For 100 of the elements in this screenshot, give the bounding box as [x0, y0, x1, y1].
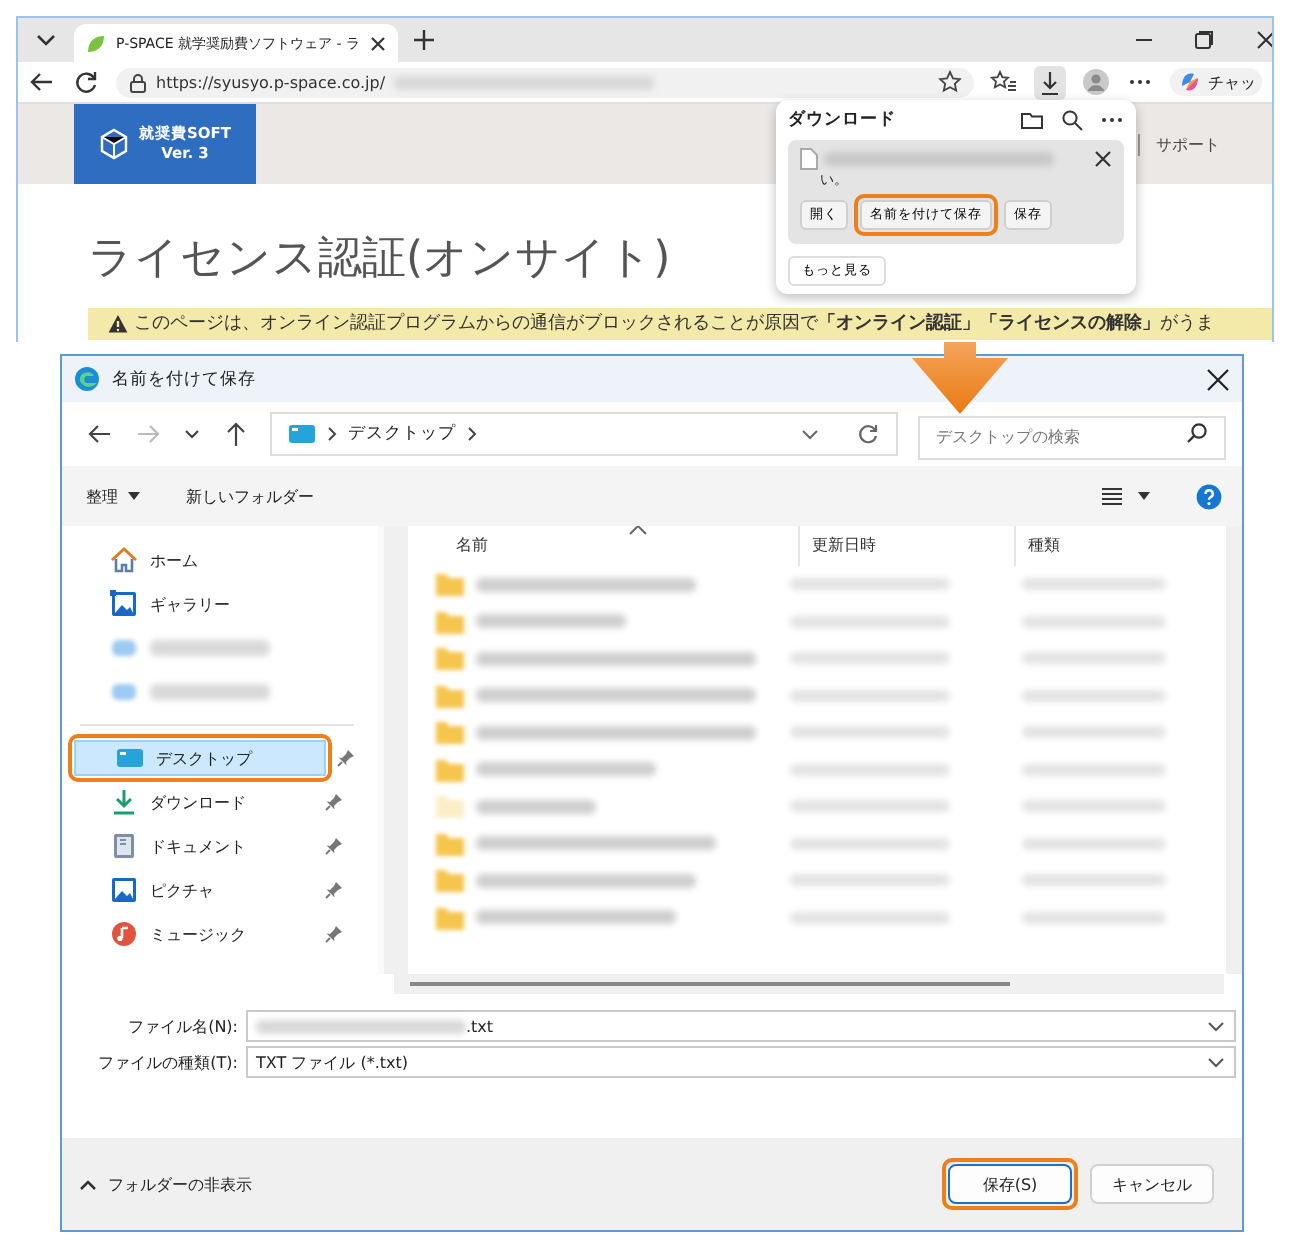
- save-button[interactable]: 保存(S): [948, 1164, 1072, 1204]
- page-title: ライセンス認証(オンサイト): [88, 232, 671, 288]
- folder-icon: [436, 609, 464, 634]
- blurred-text: [1022, 726, 1166, 739]
- caret-icon[interactable]: [1136, 490, 1152, 502]
- browser-logo-icon: [74, 366, 100, 392]
- blurred-text: [1022, 652, 1166, 665]
- blurred-text: [1022, 578, 1166, 591]
- caret-icon: [126, 490, 142, 502]
- new-folder-button[interactable]: 新しいフォルダー: [186, 485, 314, 507]
- refresh-icon[interactable]: [856, 422, 880, 446]
- cube-icon: [98, 128, 131, 160]
- column-header[interactable]: 名前: [428, 526, 798, 566]
- copilot-button[interactable]: チャッ: [1170, 68, 1262, 96]
- blurred-text: [150, 640, 270, 656]
- sidebar-item[interactable]: ホーム: [68, 542, 320, 578]
- sidebar-item[interactable]: ミュージック: [68, 916, 320, 952]
- restore-icon[interactable]: [1192, 28, 1216, 52]
- document-icon: [110, 832, 138, 860]
- organize-menu[interactable]: 整理: [86, 485, 142, 507]
- warning-text: このページは、オンライン認証プログラムからの通信がブロックされることが原因で「オンライン認証」「ライセンスの解除」がうま: [134, 312, 1214, 336]
- downloads-button[interactable]: [1034, 65, 1066, 99]
- folder-icon: [436, 868, 464, 893]
- address-field[interactable]: https://syusyo.p-space.co.jp/: [116, 67, 974, 97]
- url-text: https://syusyo.p-space.co.jp/: [156, 73, 386, 91]
- hide-folders-button[interactable]: フォルダーの非表示: [78, 1173, 252, 1195]
- reload-icon[interactable]: [72, 68, 100, 96]
- back-icon[interactable]: [28, 68, 56, 96]
- file-icon: [436, 794, 464, 819]
- blurred-text: [1022, 689, 1166, 702]
- folder-icon: [110, 634, 138, 662]
- blurred-text: [476, 799, 596, 814]
- field-label: ファイル名(N):: [126, 1015, 238, 1037]
- blurred-text: [1022, 874, 1166, 887]
- sidebar-item[interactable]: デスクトップ: [74, 740, 326, 776]
- folder-icon: [110, 678, 138, 706]
- folder-icon: [436, 572, 464, 597]
- panel-title: ダウンロード: [788, 108, 896, 132]
- folder-icon: [436, 831, 464, 856]
- search-icon[interactable]: [1060, 108, 1084, 132]
- desktop-icon: [288, 424, 316, 444]
- download-icon: [110, 788, 138, 816]
- gallery-icon: [110, 590, 138, 618]
- avatar-icon[interactable]: [1082, 68, 1110, 96]
- sidebar-item[interactable]: ピクチャ: [68, 872, 320, 908]
- field-label: ファイルの種類(T):: [96, 1051, 238, 1073]
- close-icon[interactable]: [1094, 150, 1112, 168]
- search-icon: [1186, 422, 1208, 444]
- address-field[interactable]: デスクトップ: [270, 412, 898, 456]
- home-icon: [110, 546, 138, 574]
- blurred-text: [150, 684, 270, 700]
- favorites-icon[interactable]: [990, 68, 1018, 96]
- blurred-text: [1022, 615, 1166, 628]
- cancel-button[interactable]: キャンセル: [1090, 1164, 1214, 1204]
- chevron-right-icon: [464, 424, 480, 444]
- view-list-icon[interactable]: [1100, 486, 1124, 506]
- folder-icon[interactable]: [1020, 108, 1044, 132]
- file-icon: [800, 148, 818, 170]
- desktop-icon: [116, 744, 144, 772]
- window-title: 名前を付けて保存: [112, 367, 256, 391]
- folder-icon: [436, 757, 464, 782]
- chevron-up-icon: [78, 1176, 98, 1192]
- folder-icon: [436, 720, 464, 745]
- picture-icon: [110, 876, 138, 904]
- blurred-text: [1022, 800, 1166, 813]
- help-icon[interactable]: [1196, 483, 1222, 509]
- close-icon[interactable]: [1252, 28, 1272, 52]
- download-icon: [1038, 69, 1062, 95]
- folder-icon: [436, 905, 464, 930]
- file-type-dropdown[interactable]: TXT ファイル (*.txt): [246, 1046, 1236, 1078]
- swirl-icon: [1178, 70, 1202, 94]
- close-icon[interactable]: [370, 35, 386, 51]
- folder-icon: [436, 683, 464, 708]
- sort-up-icon[interactable]: [628, 526, 648, 536]
- up-icon[interactable]: [222, 420, 250, 448]
- back-icon[interactable]: [86, 420, 114, 448]
- star-icon[interactable]: [938, 70, 962, 94]
- scrollbar[interactable]: [410, 982, 1010, 986]
- close-icon[interactable]: [1206, 367, 1230, 391]
- new-tab-icon[interactable]: [410, 26, 438, 54]
- dropdown-icon[interactable]: [800, 424, 820, 444]
- column-header[interactable]: 更新日時: [798, 526, 1014, 566]
- folder-icon: [436, 646, 464, 671]
- chevron-right-icon: [324, 424, 340, 444]
- sidebar-item[interactable]: ダウンロード: [68, 784, 320, 820]
- pointer-arrow: [910, 342, 1010, 414]
- sidebar-item[interactable]: ドキュメント: [68, 828, 320, 864]
- column-header[interactable]: 種類: [1014, 526, 1184, 566]
- scrollbar[interactable]: [1226, 526, 1242, 974]
- leaf-icon: [86, 33, 106, 53]
- lock-icon: [128, 71, 148, 93]
- nav-link[interactable]: サポート: [1138, 133, 1220, 155]
- search-field[interactable]: デスクトップの検索: [918, 415, 1226, 459]
- blurred-text: [1022, 837, 1166, 850]
- sidebar-item[interactable]: ギャラリー: [68, 586, 320, 622]
- music-icon: [110, 920, 138, 948]
- blurred-text: [1022, 911, 1166, 924]
- breadcrumb-item[interactable]: デスクトップ: [348, 422, 456, 446]
- file-name-field[interactable]: .txt: [246, 1010, 1236, 1042]
- blurred-text: [1022, 763, 1166, 776]
